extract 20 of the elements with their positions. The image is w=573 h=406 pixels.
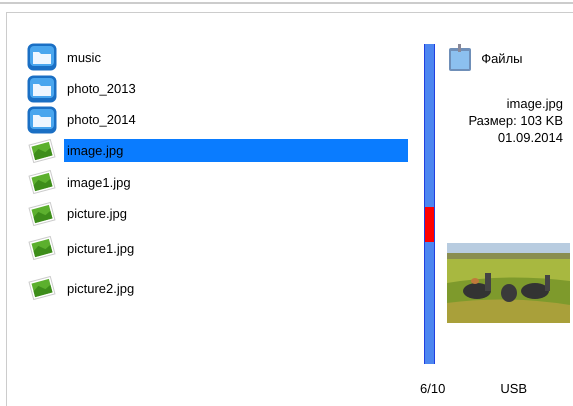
file-item[interactable]: image.jpg xyxy=(64,139,408,162)
file-item[interactable]: image1.jpg xyxy=(64,170,408,194)
file-item[interactable]: music xyxy=(64,46,408,68)
file-item[interactable]: photo_2014 xyxy=(64,108,408,131)
file-item[interactable]: picture.jpg xyxy=(64,202,408,225)
folder-icon xyxy=(27,43,57,71)
panel-title: Файлы xyxy=(481,50,522,66)
source-label: USB xyxy=(500,381,528,396)
scrollbar[interactable] xyxy=(424,44,436,364)
folder-icon xyxy=(447,44,474,72)
page-counter: 6/10 xyxy=(420,381,446,396)
scrollbar-thumb[interactable] xyxy=(425,207,434,242)
folder-icon xyxy=(27,74,57,102)
folder-icon xyxy=(27,106,57,134)
file-size: Размер: 103 KB xyxy=(468,112,563,129)
file-date: 01.09.2014 xyxy=(498,129,563,146)
file-item[interactable]: picture1.jpg xyxy=(64,236,408,260)
file-item[interactable]: picture2.jpg xyxy=(64,276,408,300)
file-item[interactable]: photo_2013 xyxy=(64,77,408,100)
file-name: image.jpg xyxy=(506,95,563,112)
